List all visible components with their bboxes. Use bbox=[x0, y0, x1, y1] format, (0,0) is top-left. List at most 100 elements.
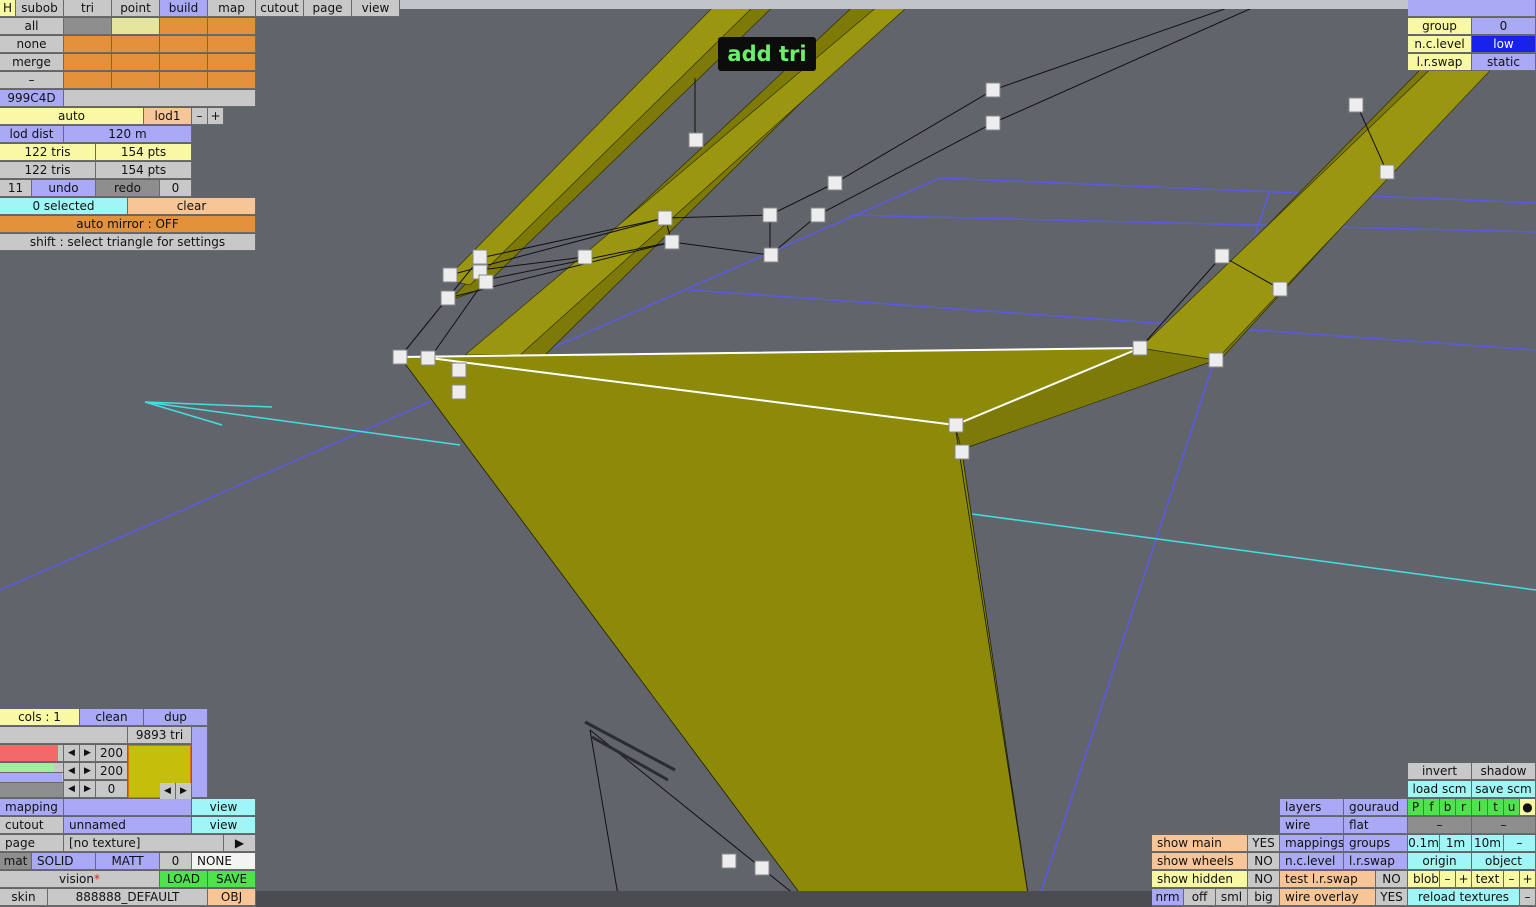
scale-1m[interactable]: 1m bbox=[1440, 835, 1472, 852]
select-none-button[interactable]: none bbox=[0, 36, 64, 53]
arrow-right-icon[interactable]: ▶ bbox=[176, 783, 192, 800]
grid-cell[interactable] bbox=[160, 54, 208, 71]
grid-cell[interactable] bbox=[208, 18, 256, 35]
value-c[interactable]: 0 bbox=[96, 781, 128, 798]
arrow-left-icon[interactable]: ◀ bbox=[64, 745, 80, 762]
arrow-left-icon[interactable]: ◀ bbox=[64, 781, 80, 798]
scale-dash[interactable]: – bbox=[1504, 835, 1536, 852]
lod-plus-button[interactable]: + bbox=[208, 108, 224, 125]
arrow-left-icon[interactable]: ◀ bbox=[160, 783, 176, 800]
text-minus-button[interactable]: – bbox=[1504, 871, 1520, 888]
lrswap-button[interactable]: l.r.swap bbox=[1344, 853, 1408, 870]
lrswap-value[interactable]: static bbox=[1472, 54, 1536, 71]
undo-button[interactable]: undo bbox=[32, 180, 96, 197]
vision-label[interactable]: vision* bbox=[0, 871, 160, 888]
mat-none[interactable]: NONE bbox=[192, 853, 256, 870]
save-button[interactable]: SAVE bbox=[208, 871, 256, 888]
nclevel-value[interactable]: low bbox=[1472, 36, 1536, 53]
h-button[interactable]: H bbox=[0, 0, 16, 17]
test-lrswap-toggle[interactable]: test l.r.swap bbox=[1280, 871, 1376, 888]
value-b[interactable]: 200 bbox=[96, 763, 128, 780]
menu-subob[interactable]: subob bbox=[16, 0, 64, 17]
grid-cell[interactable] bbox=[64, 18, 112, 35]
matt-button[interactable]: MATT bbox=[96, 853, 160, 870]
menu-cutout[interactable]: cutout bbox=[256, 0, 304, 17]
menu-tri[interactable]: tri bbox=[64, 0, 112, 17]
grid-cell[interactable] bbox=[160, 36, 208, 53]
grid-cell[interactable] bbox=[112, 54, 160, 71]
grid-cell[interactable] bbox=[208, 72, 256, 89]
load-scm-button[interactable]: load scm bbox=[1408, 781, 1472, 798]
select-all-button[interactable]: all bbox=[0, 18, 64, 35]
wire-button[interactable]: wire bbox=[1280, 817, 1344, 834]
mappings-button[interactable]: mappings bbox=[1280, 835, 1344, 852]
layers-button[interactable]: layers bbox=[1280, 799, 1344, 816]
flag-l[interactable]: l bbox=[1472, 799, 1488, 816]
menu-build[interactable]: build bbox=[160, 0, 208, 17]
menu-view[interactable]: view bbox=[352, 0, 400, 17]
scale-10m[interactable]: 10m bbox=[1472, 835, 1504, 852]
page-next-icon[interactable]: ▶ bbox=[224, 835, 256, 852]
clean-button[interactable]: clean bbox=[80, 709, 144, 726]
obj-button[interactable]: OBJ bbox=[208, 889, 256, 906]
groups-button[interactable]: groups bbox=[1344, 835, 1408, 852]
reload-dash-button[interactable]: – bbox=[1520, 889, 1536, 906]
show-wheels-toggle[interactable]: show wheels bbox=[1152, 853, 1248, 870]
dash-button[interactable]: – bbox=[0, 72, 64, 89]
grid-cell[interactable] bbox=[208, 36, 256, 53]
origin-button[interactable]: origin bbox=[1408, 853, 1472, 870]
wire-overlay-value[interactable]: YES bbox=[1376, 889, 1408, 906]
arrow-right-icon[interactable]: ▶ bbox=[80, 745, 96, 762]
flag-f[interactable]: f bbox=[1424, 799, 1440, 816]
nclevel-button[interactable]: n.c.level bbox=[1280, 853, 1344, 870]
auto-mirror-toggle[interactable]: auto mirror : OFF bbox=[0, 216, 256, 233]
grid-cell[interactable] bbox=[64, 72, 112, 89]
flag-u[interactable]: u bbox=[1504, 799, 1520, 816]
sml-button[interactable]: sml bbox=[1216, 889, 1248, 906]
texture-name[interactable]: [no texture] bbox=[64, 835, 224, 852]
cutout-view-button[interactable]: view bbox=[192, 817, 256, 834]
grid-cell[interactable] bbox=[160, 72, 208, 89]
scale-01m[interactable]: 0.1m bbox=[1408, 835, 1440, 852]
grid-cell[interactable] bbox=[112, 36, 160, 53]
mapping-view-button[interactable]: view bbox=[192, 799, 256, 816]
cutout-name[interactable]: unnamed bbox=[64, 817, 192, 834]
object-button[interactable]: object bbox=[1472, 853, 1536, 870]
lod-button[interactable]: lod1 bbox=[144, 108, 192, 125]
blue-slider[interactable] bbox=[0, 773, 64, 783]
menu-point[interactable]: point bbox=[112, 0, 160, 17]
merge-button[interactable]: merge bbox=[0, 54, 64, 71]
clear-button[interactable]: clear bbox=[128, 198, 256, 215]
3d-viewport[interactable] bbox=[0, 0, 1536, 907]
show-wheels-value[interactable]: NO bbox=[1248, 853, 1280, 870]
save-scm-button[interactable]: save scm bbox=[1472, 781, 1536, 798]
color-code[interactable]: 999C4D bbox=[0, 90, 64, 107]
flag-dot-icon[interactable]: ● bbox=[1520, 799, 1536, 816]
flag-t[interactable]: t bbox=[1488, 799, 1504, 816]
shadow-button[interactable]: shadow bbox=[1472, 763, 1536, 780]
arrow-right-icon[interactable]: ▶ bbox=[80, 781, 96, 798]
red-slider[interactable] bbox=[0, 745, 64, 762]
auto-button[interactable]: auto bbox=[0, 108, 144, 125]
scrollbar[interactable] bbox=[192, 727, 208, 798]
mat-zero[interactable]: 0 bbox=[160, 853, 192, 870]
menu-map[interactable]: map bbox=[208, 0, 256, 17]
flag-r[interactable]: r bbox=[1456, 799, 1472, 816]
skin-name[interactable]: 888888_DEFAULT bbox=[48, 889, 208, 906]
grid-cell[interactable] bbox=[112, 18, 160, 35]
grid-cell[interactable] bbox=[64, 54, 112, 71]
gouraud-button[interactable]: gouraud bbox=[1344, 799, 1408, 816]
green-slider[interactable] bbox=[0, 763, 64, 773]
grid-cell[interactable] bbox=[208, 54, 256, 71]
group-value[interactable]: 0 bbox=[1472, 18, 1536, 35]
menu-page[interactable]: page bbox=[304, 0, 352, 17]
arrow-left-icon[interactable]: ◀ bbox=[64, 763, 80, 780]
blob-plus-button[interactable]: + bbox=[1456, 871, 1472, 888]
invert-button[interactable]: invert bbox=[1408, 763, 1472, 780]
flat-button[interactable]: flat bbox=[1344, 817, 1408, 834]
test-lrswap-value[interactable]: NO bbox=[1376, 871, 1408, 888]
blob-minus-button[interactable]: – bbox=[1440, 871, 1456, 888]
alpha-slider[interactable] bbox=[0, 783, 64, 798]
show-main-value[interactable]: YES bbox=[1248, 835, 1280, 852]
off-button[interactable]: off bbox=[1184, 889, 1216, 906]
